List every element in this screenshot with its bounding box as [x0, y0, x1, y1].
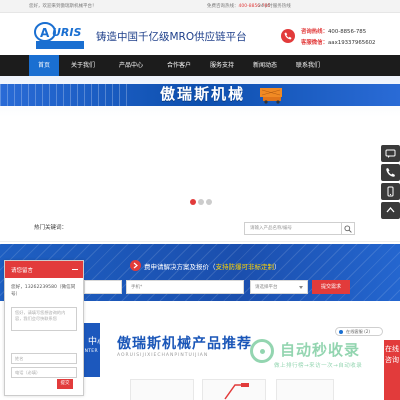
watermark: 自动秒收录 做上排行榜→来访一次→自动收录 — [240, 335, 380, 375]
nav-item-news[interactable]: 新闻动态 — [243, 55, 287, 76]
hotline-row: 咨询热线：400-8856-785 — [301, 29, 367, 35]
message-textarea[interactable]: 您好，请填写您想咨询的内容，我们会尽快联系您 — [11, 307, 77, 331]
product-thumb[interactable] — [276, 379, 334, 400]
popup-name-field[interactable]: 姓名 — [11, 353, 77, 364]
main-nav: 首页 关于我们 产品中心 合作客户 服务支持 新闻动态 联系我们 — [0, 55, 400, 76]
svg-text:URIS: URIS — [52, 26, 81, 39]
watermark-logo-icon — [250, 339, 274, 363]
popup-phone-field[interactable]: 电话（必填） — [11, 367, 77, 378]
chat-mini-toggle[interactable]: 在线客服 (2) — [335, 327, 383, 336]
page: 您好，欢迎来到傲瑞斯机械平台！ 免费咨询热线：400-8856-785 24小时… — [0, 0, 400, 400]
service-hours-text: 24小时服务热线 — [258, 4, 291, 9]
right-float-bar — [381, 145, 400, 219]
popup-title: 请您留言 — [11, 268, 34, 274]
hot-keywords-label: 热门关键词： — [34, 225, 68, 231]
popup-submit-button[interactable]: 提交 — [57, 379, 73, 389]
float-mobile-button[interactable] — [381, 183, 400, 200]
chevron-down-icon — [299, 286, 303, 289]
minimize-icon[interactable] — [72, 269, 78, 270]
nav-item-contact[interactable]: 联系我们 — [286, 55, 330, 76]
quote-category-select[interactable]: 请选择平台 — [250, 280, 308, 294]
popup-description: 您好，13262239580（微信同号） — [11, 285, 76, 297]
quote-name-field[interactable] — [84, 280, 122, 294]
popup-header: 请您留言 — [5, 261, 83, 278]
carousel-dot[interactable] — [190, 199, 196, 205]
message-popup: 请您留言 您好，13262239580（微信同号） 您好，请填写您想咨询的内容，… — [4, 260, 84, 396]
search-input[interactable]: 请输入产品名称/编号 — [244, 222, 342, 235]
product-thumb[interactable] — [202, 379, 266, 400]
submit-request-button[interactable]: 提交需求 — [312, 280, 350, 294]
carousel-dot[interactable] — [198, 199, 204, 205]
top-strip: 您好，欢迎来到傲瑞斯机械平台！ 免费咨询热线：400-8856-785 24小时… — [0, 0, 400, 13]
header: A URIS 铸造中国千亿级MRO供应链平台 咨询热线：400-8856-785… — [0, 14, 400, 54]
lift-machine-icon — [260, 88, 282, 104]
nav-item-support[interactable]: 服务支持 — [200, 55, 244, 76]
header-contacts: 咨询热线：400-8856-785 客服微信：aax19337965602 — [301, 27, 376, 49]
watermark-title: 自动秒收录 — [280, 341, 361, 359]
online-consult-tab[interactable]: 在线咨询 — [384, 340, 400, 400]
search-icon — [344, 225, 352, 233]
hero-banner[interactable]: 傲瑞斯机械 — [0, 76, 400, 212]
nav-item-about[interactable]: 关于我们 — [63, 55, 103, 76]
svg-text:A: A — [40, 26, 50, 40]
watermark-subtitle: 做上排行榜→来访一次→自动收录 — [274, 363, 363, 369]
search-button[interactable] — [342, 222, 355, 235]
wechat-row: 客服微信：aax19337965602 — [301, 40, 376, 46]
mobile-icon — [387, 186, 394, 197]
search-bar: 热门关键词： 请输入产品名称/编号 — [0, 214, 400, 242]
quote-phone-field[interactable]: 手机* — [126, 280, 244, 294]
chat-icon — [385, 149, 396, 158]
site-logo[interactable]: A URIS — [34, 20, 86, 50]
nav-item-home[interactable]: 首页 — [29, 55, 59, 76]
welcome-text: 您好，欢迎来到傲瑞斯机械平台！ — [29, 4, 97, 9]
product-thumb[interactable] — [130, 379, 194, 400]
nav-item-products[interactable]: 产品中心 — [109, 55, 153, 76]
nav-item-customers[interactable]: 合作客户 — [157, 55, 201, 76]
logo-icon: A URIS — [34, 22, 84, 49]
arrow-right-icon — [130, 260, 141, 271]
product-center-cn: 中心 — [88, 337, 107, 347]
float-phone-button[interactable] — [381, 164, 400, 181]
phone-icon — [386, 168, 395, 177]
quote-form-title: 费申请解决方案及报价（支持防爆可非标定制） — [144, 263, 281, 271]
products-title: 傲瑞斯机械产品推荐 — [117, 336, 252, 352]
float-chat-button[interactable] — [381, 145, 400, 162]
carousel-dot[interactable] — [206, 199, 212, 205]
lift-machine-icon — [224, 383, 249, 400]
banner-title: 傲瑞斯机械 — [160, 85, 246, 103]
phone-icon — [281, 29, 295, 43]
site-slogan: 铸造中国千亿级MRO供应链平台 — [96, 31, 247, 43]
products-subtitle: AORUISIJIXIECHANPINTUIJIAN — [117, 353, 209, 358]
carousel-dots — [190, 199, 214, 205]
